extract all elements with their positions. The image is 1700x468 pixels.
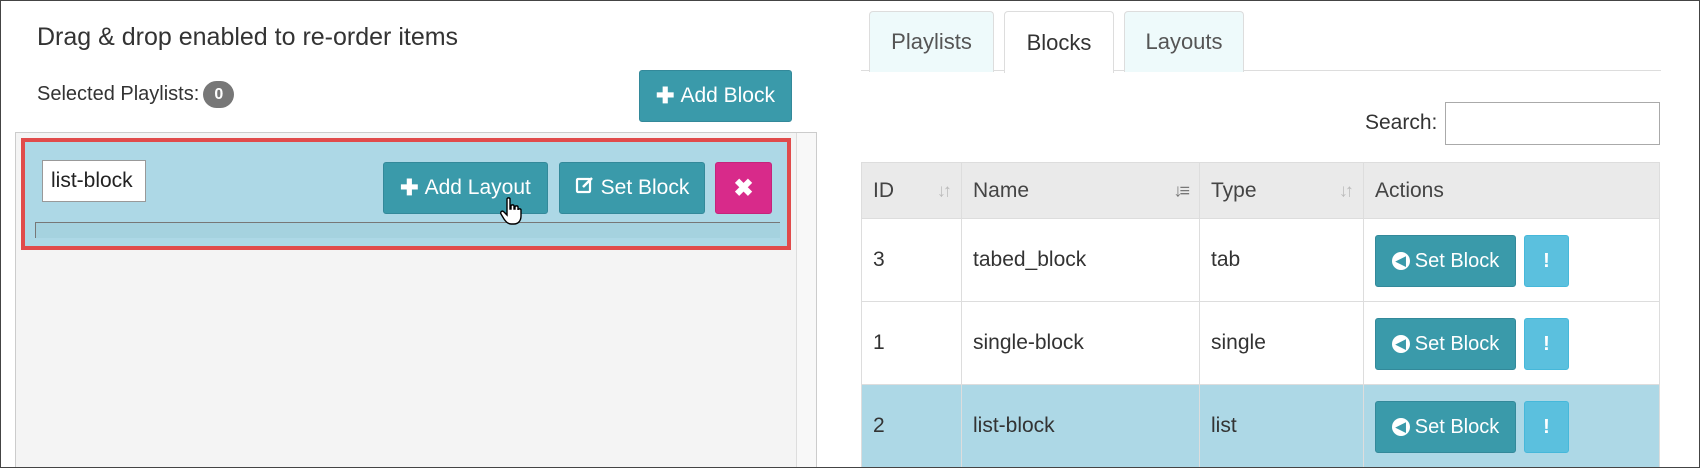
blocks-table: ID ↓↑ Name ↓≡ Type ↓↑ Actions 3 tabed_bl… <box>861 162 1660 467</box>
table-header-row: ID ↓↑ Name ↓≡ Type ↓↑ Actions <box>861 162 1660 219</box>
selected-count-badge: 0 <box>203 81 235 108</box>
scrollbar[interactable] <box>796 133 816 467</box>
row-info-button[interactable]: ! <box>1524 318 1569 370</box>
close-icon: ✖ <box>733 174 754 202</box>
cell-id: 3 <box>861 218 962 302</box>
cell-actions: ◀ Set Block ! <box>1363 301 1660 385</box>
cell-type: tab <box>1199 218 1364 302</box>
exclamation-icon: ! <box>1543 332 1550 355</box>
cell-id: 1 <box>861 301 962 385</box>
row-set-block-button[interactable]: ◀ Set Block <box>1375 401 1516 453</box>
block-name-input[interactable]: list-block <box>42 160 146 202</box>
plus-icon: ✚ <box>400 175 419 200</box>
search-input[interactable] <box>1445 102 1660 145</box>
tab-bar: Playlists Blocks Layouts <box>861 11 1661 73</box>
row-set-block-button[interactable]: ◀ Set Block <box>1375 318 1516 370</box>
cell-type: single <box>1199 301 1364 385</box>
tab-playlists[interactable]: Playlists <box>869 11 994 72</box>
cell-name: single-block <box>961 301 1200 385</box>
exclamation-icon: ! <box>1543 249 1550 272</box>
row-set-block-button[interactable]: ◀ Set Block <box>1375 235 1516 287</box>
cell-type: list <box>1199 384 1364 467</box>
exclamation-icon: ! <box>1543 415 1550 438</box>
arrow-left-circle-icon: ◀ <box>1391 418 1410 436</box>
add-block-label: Add Block <box>680 84 775 107</box>
add-layout-button[interactable]: ✚ Add Layout <box>383 162 548 214</box>
selected-playlists: Selected Playlists: 0 <box>37 81 235 108</box>
sort-desc-icon: ↓≡ <box>1173 180 1189 200</box>
sort-icon: ↓↑ <box>1339 180 1354 200</box>
selected-playlists-label: Selected Playlists: <box>37 83 200 105</box>
sort-icon: ↓↑ <box>937 180 952 200</box>
cell-actions: ◀ Set Block ! <box>1363 384 1660 467</box>
tab-blocks[interactable]: Blocks <box>1004 11 1114 73</box>
row-info-button[interactable]: ! <box>1524 235 1569 287</box>
plus-icon: ✚ <box>656 83 675 108</box>
delete-block-button[interactable]: ✖ <box>715 162 772 214</box>
add-block-button[interactable]: ✚ Add Block <box>639 70 792 122</box>
tab-layouts[interactable]: Layouts <box>1124 11 1244 72</box>
table-row[interactable]: 1 single-block single ◀ Set Block ! <box>861 301 1660 385</box>
app-frame: Drag & drop enabled to re-order items Se… <box>0 0 1700 468</box>
page-title: Drag & drop enabled to re-order items <box>37 23 459 51</box>
header-actions: Actions <box>1363 162 1660 219</box>
table-row-selected[interactable]: 2 list-block list ◀ Set Block ! <box>861 384 1660 467</box>
edit-icon <box>575 175 595 201</box>
header-name[interactable]: Name ↓≡ <box>961 162 1200 219</box>
cell-name: list-block <box>961 384 1200 467</box>
header-type[interactable]: Type ↓↑ <box>1199 162 1364 219</box>
cell-name: tabed_block <box>961 218 1200 302</box>
hand-cursor-icon <box>500 197 522 225</box>
arrow-left-circle-icon: ◀ <box>1391 252 1410 270</box>
layout-drop-zone[interactable] <box>35 222 780 238</box>
header-id[interactable]: ID ↓↑ <box>861 162 962 219</box>
set-block-button[interactable]: Set Block <box>559 162 705 214</box>
search-label: Search: <box>1365 111 1438 134</box>
arrow-left-circle-icon: ◀ <box>1391 335 1410 353</box>
cell-id: 2 <box>861 384 962 467</box>
row-info-button[interactable]: ! <box>1524 401 1569 453</box>
cell-actions: ◀ Set Block ! <box>1363 218 1660 302</box>
table-row[interactable]: 3 tabed_block tab ◀ Set Block ! <box>861 218 1660 302</box>
set-block-label: Set Block <box>600 176 690 199</box>
block-item[interactable]: list-block ✚ Add Layout Set Block ✖ <box>21 138 791 250</box>
